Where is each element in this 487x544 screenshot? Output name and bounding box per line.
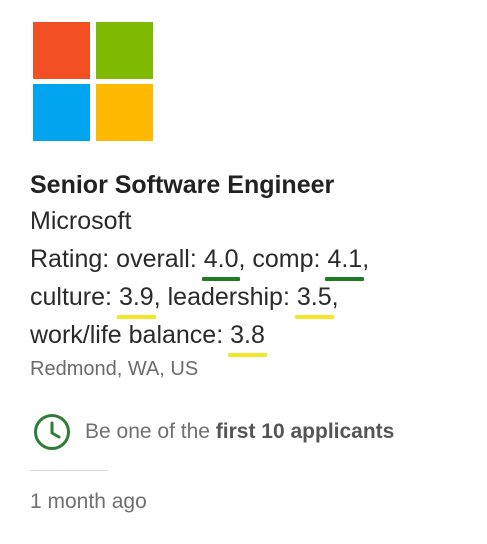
divider bbox=[30, 470, 108, 471]
clock-icon bbox=[34, 414, 70, 450]
logo-blue-square bbox=[33, 84, 90, 141]
rating-culture-label: culture: bbox=[30, 283, 112, 311]
applicants-prefix: Be one of the bbox=[85, 420, 210, 443]
rating-worklife-underline bbox=[228, 353, 267, 357]
job-card[interactable]: Senior Software Engineer Microsoft Ratin… bbox=[30, 22, 470, 517]
rating-leadership-label: leadership: bbox=[167, 283, 290, 311]
company-logo[interactable] bbox=[33, 22, 155, 144]
applicants-insight: Be one of the first 10 applicants bbox=[30, 414, 470, 450]
logo-yellow-square bbox=[96, 84, 153, 141]
applicants-emphasis: first 10 applicants bbox=[215, 420, 395, 443]
posted-time: 1 month ago bbox=[30, 490, 147, 513]
job-title[interactable]: Senior Software Engineer bbox=[30, 170, 470, 200]
logo-red-square bbox=[33, 22, 90, 79]
rating-comp-value: 4.1 bbox=[325, 240, 365, 281]
rating-culture-value: 3.9 bbox=[116, 278, 156, 319]
ratings: Rating: overall: 4.0, comp: 4.1, culture… bbox=[30, 240, 470, 357]
job-location: Redmond, WA, US bbox=[30, 358, 199, 380]
rating-overall-label: overall: bbox=[116, 245, 197, 273]
rating-leadership-value: 3.5 bbox=[294, 278, 334, 319]
rating-worklife-value: 3.8 bbox=[228, 316, 267, 357]
rating-overall-value: 4.0 bbox=[201, 240, 241, 281]
rating-leadership-underline bbox=[294, 315, 334, 319]
rating-culture-underline bbox=[116, 315, 156, 319]
rating-prefix: Rating: bbox=[30, 245, 110, 273]
rating-worklife-label: work/life balance: bbox=[30, 321, 224, 349]
rating-comp-label: comp: bbox=[252, 245, 321, 273]
company-name[interactable]: Microsoft bbox=[30, 206, 470, 236]
rating-overall-underline bbox=[201, 277, 241, 281]
logo-green-square bbox=[96, 22, 153, 79]
